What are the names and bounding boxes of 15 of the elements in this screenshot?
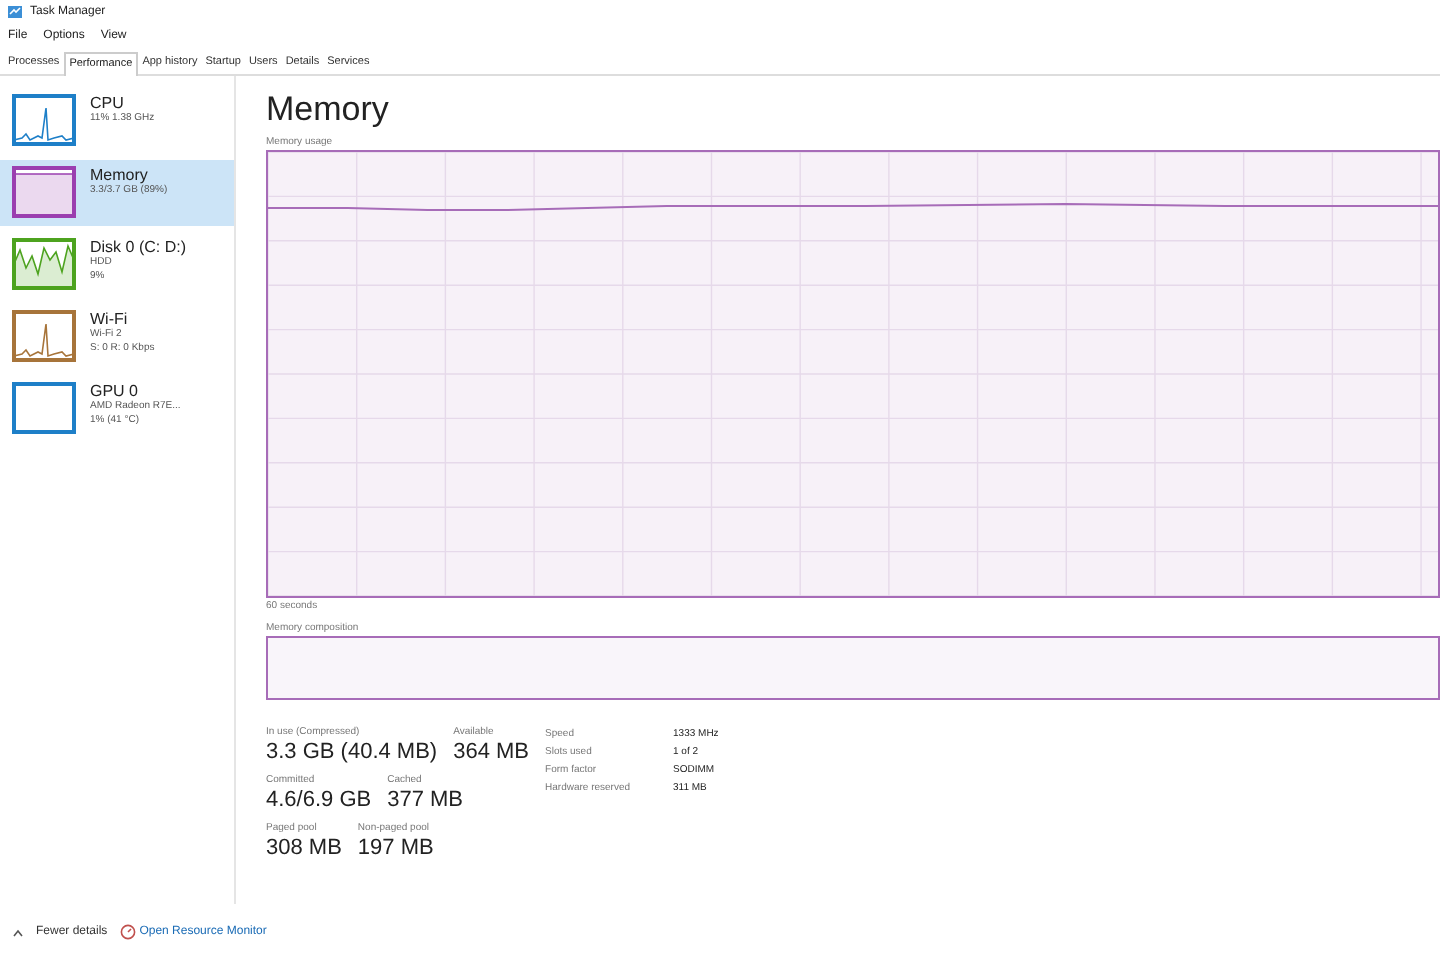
stat-value: 3.3 GB (40.4 MB) <box>266 740 438 766</box>
stat-value: 4.6/6.9 GB <box>266 788 372 814</box>
item-name: Wi-Fi <box>90 310 130 328</box>
stat-value: 197 MB <box>357 836 434 862</box>
item-name: Memory <box>90 166 150 184</box>
item-name: GPU 0 <box>90 382 141 400</box>
item-name: CPU <box>90 94 126 112</box>
stat-value: 364 MB <box>453 740 530 766</box>
item-name: Disk 0 (C: D:) <box>90 238 186 256</box>
app-icon <box>8 6 22 18</box>
stat-value: 377 MB <box>387 788 464 814</box>
page-title: Memory <box>266 90 391 130</box>
stat-value: 308 MB <box>266 836 342 862</box>
chevron-up-icon[interactable] <box>12 927 24 937</box>
gauge-icon <box>119 924 136 940</box>
